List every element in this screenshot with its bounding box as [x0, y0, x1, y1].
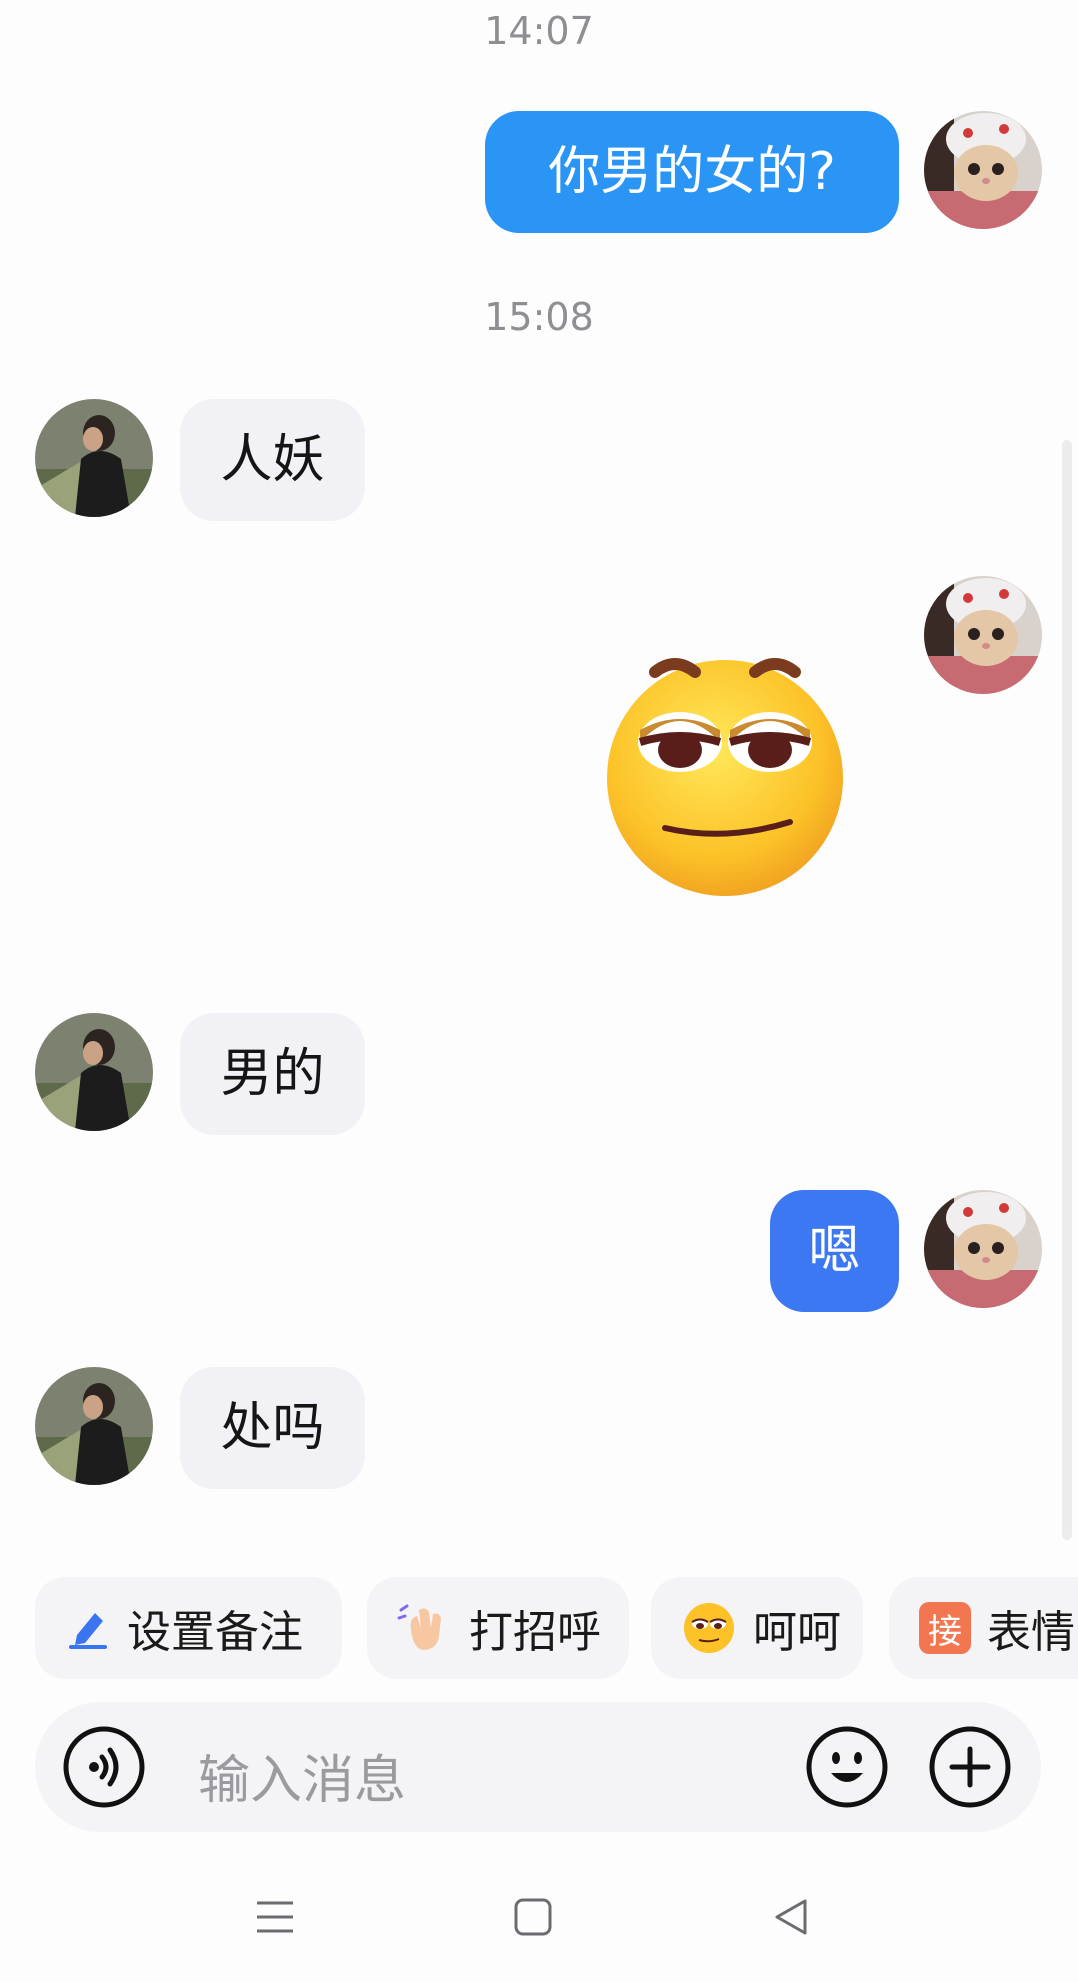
my-avatar[interactable]	[924, 1190, 1042, 1308]
quick-action-greet[interactable]: 打招呼	[367, 1577, 629, 1679]
smirk-emoji-icon	[607, 658, 843, 896]
cat-avatar-image	[924, 1190, 1042, 1308]
quick-action-label: 打招呼	[469, 1607, 601, 1658]
quick-action-set-remark[interactable]: 设置备注	[35, 1577, 342, 1679]
cat-avatar-image	[924, 111, 1042, 229]
quick-action-label: 呵呵	[753, 1607, 841, 1658]
sent-message-bubble[interactable]: 你男的女的?	[485, 111, 899, 233]
chat-screen: 14:07 你男的女的? 15:08 人妖 男的 嗯 处吗 设置备注 打招呼 呵…	[0, 0, 1078, 1982]
wave-hand-icon	[397, 1604, 441, 1650]
received-message-bubble[interactable]: 处吗	[180, 1367, 365, 1489]
my-avatar[interactable]	[924, 576, 1042, 694]
scrollbar[interactable]	[1062, 440, 1072, 1540]
received-message-bubble[interactable]: 男的	[180, 1013, 365, 1135]
voice-icon[interactable]	[62, 1725, 146, 1809]
contact-avatar[interactable]	[35, 1367, 153, 1485]
contact-avatar[interactable]	[35, 1013, 153, 1131]
jie-badge-icon: 接	[919, 1602, 971, 1654]
smirk-emoji-icon	[684, 1603, 734, 1653]
received-message-bubble[interactable]: 人妖	[180, 399, 365, 521]
menu-icon[interactable]	[255, 1897, 295, 1937]
back-triangle-icon[interactable]	[771, 1897, 811, 1937]
sent-message-bubble[interactable]: 嗯	[770, 1190, 899, 1312]
cat-avatar-image	[924, 576, 1042, 694]
message-input-bar: 输入消息	[35, 1702, 1041, 1832]
home-square-icon[interactable]	[513, 1897, 553, 1937]
emoji-icon[interactable]	[805, 1725, 889, 1809]
timestamp: 14:07	[484, 9, 594, 53]
message-input[interactable]: 输入消息	[198, 1738, 406, 1813]
quick-action-label: 表情	[987, 1607, 1075, 1658]
my-avatar[interactable]	[924, 111, 1042, 229]
smirk-emoji-sticker[interactable]	[600, 650, 850, 900]
plus-icon[interactable]	[928, 1725, 1012, 1809]
contact-avatar[interactable]	[35, 399, 153, 517]
person-avatar-image	[35, 1367, 153, 1485]
person-avatar-image	[35, 399, 153, 517]
person-avatar-image	[35, 1013, 153, 1131]
quick-action-label: 设置备注	[127, 1607, 303, 1658]
timestamp: 15:08	[484, 295, 594, 339]
quick-action-hehe[interactable]: 呵呵	[651, 1577, 863, 1679]
pencil-icon	[69, 1613, 107, 1649]
quick-action-emoji[interactable]: 接 表情	[889, 1577, 1078, 1679]
